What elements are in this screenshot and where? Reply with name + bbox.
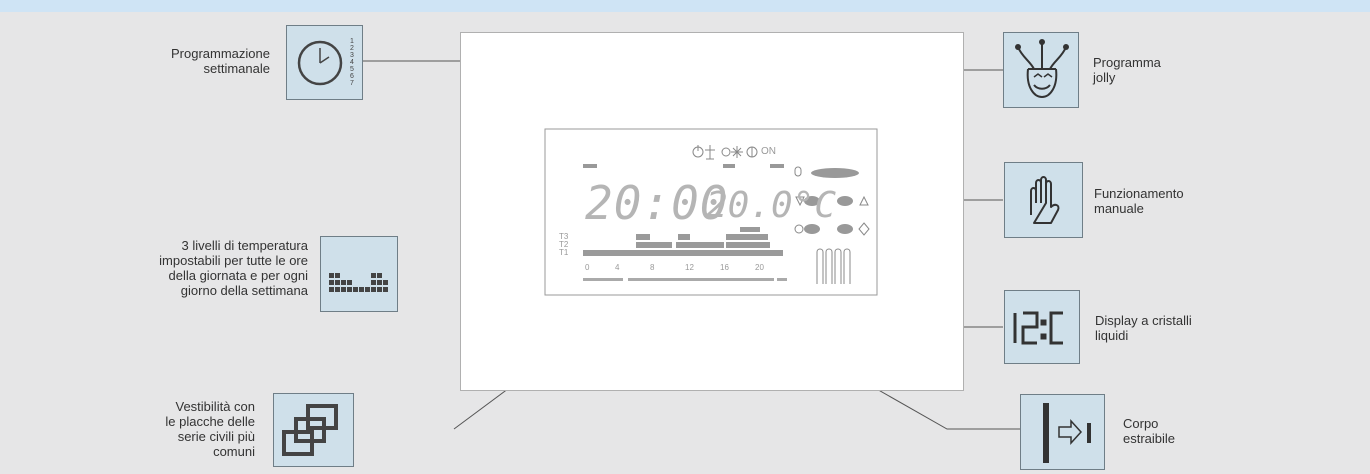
lcd-hour-scale: 0 4 8 12 16 20 xyxy=(585,263,764,272)
lcd-level-labels: T3 T2 T1 xyxy=(559,232,569,257)
lcd-panel xyxy=(544,128,878,296)
lcd-on-label: ON xyxy=(761,146,776,157)
lcd-temperature: 20.0°C xyxy=(706,185,837,226)
lcd-unit: °C xyxy=(792,185,837,226)
